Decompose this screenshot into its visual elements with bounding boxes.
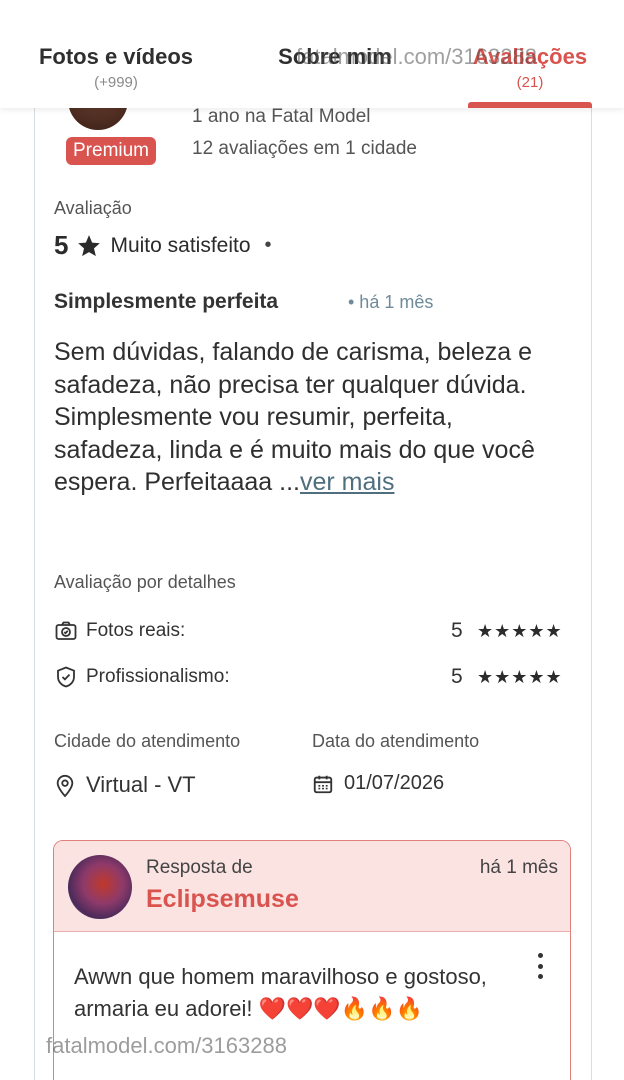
detail-row-photos: Fotos reais: 5 ★★★★★ <box>54 616 574 646</box>
rating-text: Muito satisfeito <box>110 233 251 257</box>
separator-dot: • <box>264 234 272 256</box>
watermark-bottom: fatalmodel.com/3163288 <box>46 1033 287 1058</box>
responder-name[interactable]: Eclipsemuse <box>146 885 299 914</box>
detail-stars: ★★★★★ <box>477 666 563 687</box>
reviewer-tenure: 1 ano na Fatal Model <box>192 106 371 127</box>
more-options-icon[interactable] <box>536 953 544 979</box>
response-time: há 1 mês <box>479 857 558 878</box>
rating-value: 5 <box>54 230 69 260</box>
review-title: Simplesmente perfeita <box>54 290 279 313</box>
detail-stars: ★★★★★ <box>477 620 563 641</box>
see-more-link[interactable]: ver mais <box>300 468 394 496</box>
review-body-text: Sem dúvidas, falando de carisma, beleza … <box>54 338 535 496</box>
camera-check-icon <box>55 621 77 640</box>
shield-check-icon <box>57 666 75 688</box>
details-heading: Avaliação por detalhes <box>54 572 236 592</box>
response-text: Awwn que homem maravilhoso e gostoso, ar… <box>74 964 487 1021</box>
tab-label: Fotos e vídeos <box>38 44 194 69</box>
response-header: Resposta de Eclipsemuse há 1 mês <box>54 841 570 932</box>
watermark-top: fatalmodel.com/3163288 <box>296 44 537 69</box>
date-value: 01/07/2026 <box>312 772 444 795</box>
date-label: Data do atendimento <box>312 731 480 751</box>
review-body: Sem dúvidas, falando de carisma, beleza … <box>54 336 554 499</box>
active-tab-indicator <box>468 102 592 108</box>
detail-score: 5 <box>451 665 463 688</box>
premium-badge: Premium <box>66 137 157 165</box>
tab-photos-videos[interactable]: Fotos e vídeos (+999) <box>30 44 202 91</box>
responder-avatar[interactable] <box>68 855 132 919</box>
tab-count: (21) <box>516 74 544 91</box>
response-from-label: Resposta de <box>146 857 253 878</box>
detail-row-professionalism: Profissionalismo: 5 ★★★★★ <box>54 662 574 692</box>
overall-rating: 5 Muito satisfeito • <box>54 230 272 261</box>
star-icon <box>78 234 101 256</box>
calendar-icon <box>313 775 333 793</box>
reviewer-review-count: 12 avaliações em 1 cidade <box>192 138 417 159</box>
city-label: Cidade do atendimento <box>54 731 241 751</box>
detail-label: Profissionalismo: <box>86 666 230 687</box>
tab-count: (+999) <box>94 74 138 91</box>
detail-score: 5 <box>451 619 463 642</box>
location-pin-icon <box>56 774 74 798</box>
city-text: Virtual - VT <box>86 772 196 797</box>
rating-label: Avaliação <box>54 198 132 218</box>
date-text: 01/07/2026 <box>344 772 445 794</box>
city-value: Virtual - VT <box>54 772 196 798</box>
review-time: • há 1 mês <box>348 292 434 312</box>
detail-label: Fotos reais: <box>86 620 186 641</box>
